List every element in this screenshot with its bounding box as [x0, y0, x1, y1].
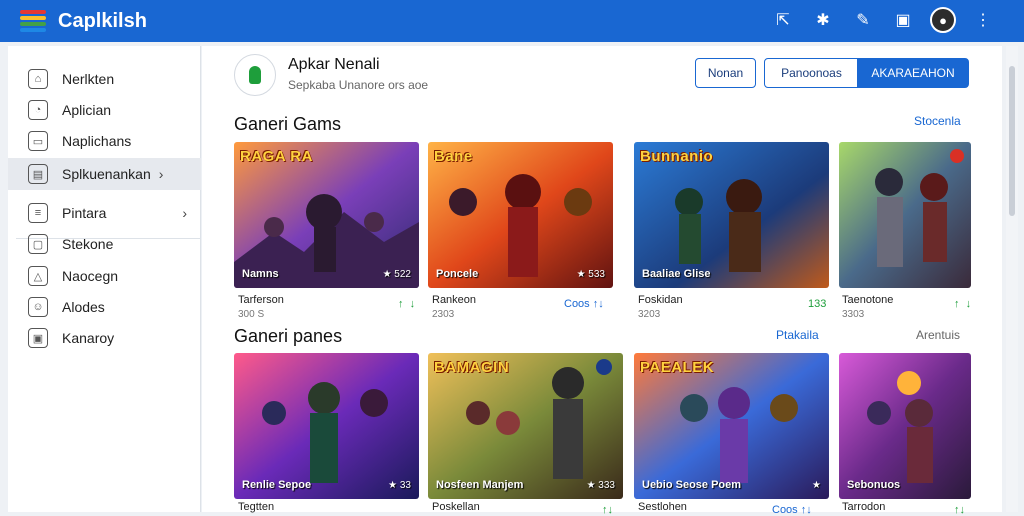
game-sub: 2303: [432, 309, 455, 320]
sidebar-item-label: Naplichans: [62, 133, 132, 149]
card-rating: ★ 333: [586, 480, 615, 491]
puzzle-icon[interactable]: ✱: [810, 7, 836, 33]
game-name: Tarrodon: [842, 501, 886, 513]
app-subtitle: Sepkaba Unanore ors aoe: [288, 78, 429, 92]
card-rating: ★: [812, 480, 821, 491]
share-icon[interactable]: ⇱: [770, 7, 796, 33]
box-icon: ▣: [28, 328, 48, 348]
game-sub: 300 S: [238, 309, 265, 320]
brand-title: Caplkilsh: [58, 9, 147, 32]
sidebar-item-aplician[interactable]: ◔ Aplician: [8, 94, 201, 126]
card-title: Bunnanio: [640, 148, 714, 165]
sidebar: ⌂ Nerlkten ◔ Aplician ▭ Naplichans ▤ Splkuen…: [8, 46, 201, 512]
more-icon[interactable]: ⋮: [970, 7, 996, 33]
game-stat: Coos ↑↓: [564, 298, 604, 310]
card-title: RAGA RA: [240, 148, 313, 165]
chevron-right-icon: ›: [182, 205, 187, 221]
game-stat: Coos ↑↓: [772, 504, 812, 516]
game-name: Rankeon: [432, 294, 477, 306]
sidebar-item-nerlkten[interactable]: ⌂ Nerlkten: [8, 63, 201, 95]
card-rating: ★ 33: [388, 480, 411, 491]
see-all-link[interactable]: Stocenla: [914, 114, 961, 128]
section-title: Ganeri panes: [234, 326, 343, 346]
sidebar-item-label: Nerlkten: [62, 71, 115, 87]
panoonoas-button[interactable]: Panoonoas: [764, 58, 859, 88]
card-caption: Poncele: [436, 268, 479, 280]
sidebar-item-label: Aplician: [62, 102, 112, 118]
game-name: Tarferson: [238, 294, 284, 306]
triangle-icon: △: [28, 266, 48, 286]
card-title: BAMAGIN: [434, 359, 510, 376]
section-link-right[interactable]: Arentuis: [916, 328, 960, 342]
sidebar-item-stekone[interactable]: ▢ Stekone: [8, 228, 201, 260]
game-card[interactable]: PAEALEK Uebio Seose Poem ★: [634, 353, 829, 499]
app-avatar-icon: [234, 54, 276, 96]
sidebar-item-label: Stekone: [62, 236, 114, 252]
game-stat: ↑↓: [602, 504, 613, 516]
sidebar-item-label: Alodes: [62, 299, 105, 315]
card-caption: Uebio Seose Poem: [642, 479, 742, 491]
game-name: Foskidan: [638, 294, 683, 306]
game-sub: 3203: [638, 309, 661, 320]
message-icon: ▭: [28, 131, 48, 151]
card-rating: ★ 533: [576, 269, 605, 280]
card-caption: Renlie Sepoe: [242, 479, 312, 491]
notification-icon[interactable]: ▣: [890, 7, 916, 33]
nonan-button[interactable]: Nonan: [695, 58, 756, 88]
sidebar-item-label: Splkuenankan: [62, 166, 151, 182]
scrollbar-thumb[interactable]: [1009, 66, 1015, 216]
game-card[interactable]: [839, 142, 971, 288]
section-link[interactable]: Ptakaila: [776, 328, 819, 342]
card-caption: Nosfeen Manjem: [436, 479, 524, 491]
game-card[interactable]: Bunnanio Baaliae Glise: [634, 142, 829, 288]
edit-icon[interactable]: ✎: [850, 7, 876, 33]
primary-action-button[interactable]: AKARAEAHON: [857, 58, 969, 88]
game-name: Poskellan: [432, 501, 480, 513]
hamburger-logo-icon[interactable]: [20, 10, 46, 32]
smile-icon: ☺: [28, 297, 48, 317]
top-app-bar: Caplkilsh ⇱ ✱ ✎ ▣ ● ⋮: [0, 0, 1024, 42]
sidebar-item-kanaroy[interactable]: ▣ Kanaroy: [8, 322, 201, 354]
game-stat: 133: [808, 298, 827, 310]
game-card[interactable]: Bane Poncele ★ 533: [428, 142, 613, 288]
card-caption: Namns: [242, 268, 279, 280]
avatar[interactable]: ●: [930, 7, 956, 33]
card-caption: Sebonuos: [847, 479, 901, 491]
window-icon: ▢: [28, 234, 48, 254]
chevron-right-icon: ›: [158, 166, 164, 182]
sidebar-item-naocegn[interactable]: △ Naocegn: [8, 260, 201, 292]
sidebar-item-label: Kanaroy: [62, 330, 115, 346]
game-stat: ↑↓: [954, 504, 965, 516]
sidebar-item-pintara[interactable]: ≡ Pintara ›: [8, 197, 201, 229]
game-stat: ↑ ↓: [398, 298, 416, 310]
scrollbar[interactable]: [1006, 46, 1018, 512]
game-card[interactable]: Sebonuos: [839, 353, 971, 499]
sidebar-item-splkuenankan[interactable]: ▤ Splkuenankan ›: [8, 158, 201, 190]
home-icon: ⌂: [28, 69, 48, 89]
game-sub: 3303: [842, 309, 865, 320]
card-rating: ★ 522: [382, 269, 411, 280]
game-name: Tegtten: [238, 501, 275, 513]
sidebar-item-alodes[interactable]: ☺ Alodes: [8, 291, 201, 323]
sidebar-item-label: Pintara: [62, 205, 107, 221]
chat-icon: ◔: [28, 100, 48, 120]
game-name: Sestlohen: [638, 501, 687, 513]
sidebar-item-naplichans[interactable]: ▭ Naplichans: [8, 125, 201, 157]
game-card[interactable]: Renlie Sepoe ★ 33: [234, 353, 419, 499]
list-icon: ≡: [28, 203, 48, 223]
app-name: Apkar Nenali: [288, 56, 380, 73]
game-stat: ↑ ↓: [954, 298, 972, 310]
game-card[interactable]: RAGA RA Namns ★ 522: [234, 142, 419, 288]
card-caption: Baaliae Glise: [642, 268, 711, 280]
calendar-icon: ▤: [28, 164, 48, 184]
card-title: Bane: [434, 148, 473, 165]
sidebar-item-label: Naocegn: [62, 268, 119, 284]
game-card[interactable]: BAMAGIN Nosfeen Manjem ★ 333: [428, 353, 623, 499]
card-title: PAEALEK: [640, 359, 715, 376]
game-name: Taenotone: [842, 294, 894, 306]
main-content: Apkar Nenali Sepkaba Unanore ors aoe Non…: [202, 46, 1002, 516]
section-title: Ganeri Gams: [234, 114, 342, 134]
